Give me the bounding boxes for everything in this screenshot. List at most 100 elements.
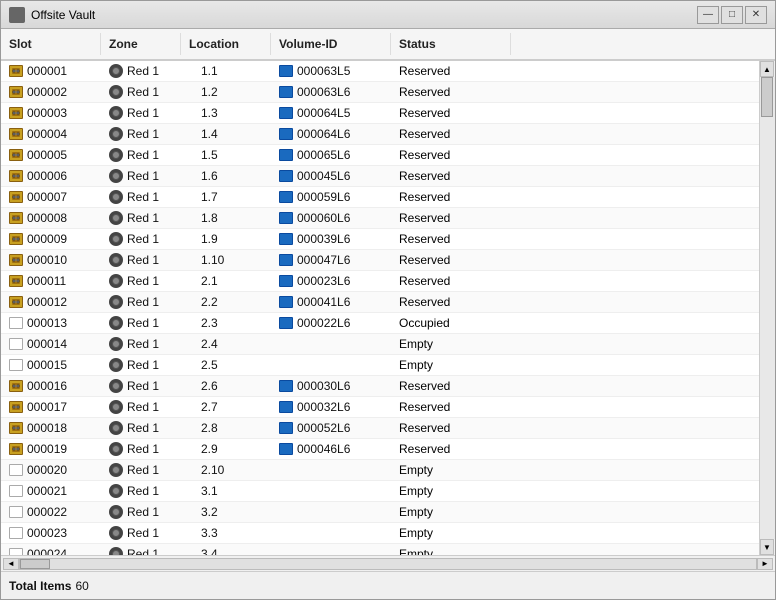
table-scroll-area[interactable]: 000001Red 11.1000063L5Reserved000002Red …	[1, 61, 759, 555]
zone-icon	[109, 85, 123, 99]
zone-icon	[109, 400, 123, 414]
table-row[interactable]: 000013Red 12.3000022L6Occupied	[1, 313, 759, 334]
zone-name: Red 1	[127, 253, 159, 267]
table-row[interactable]: 000007Red 11.7000059L6Reserved	[1, 187, 759, 208]
table-row[interactable]: 000015Red 12.5Empty	[1, 355, 759, 376]
table-row[interactable]: 000019Red 12.9000046L6Reserved	[1, 439, 759, 460]
scroll-down-button[interactable]: ▼	[760, 539, 774, 555]
table-row[interactable]: 000008Red 11.8000060L6Reserved	[1, 208, 759, 229]
col-header-location[interactable]: Location	[181, 33, 271, 55]
tape-icon	[9, 422, 23, 434]
table-row[interactable]: 000001Red 11.1000063L5Reserved	[1, 61, 759, 82]
status-badge: Reserved	[399, 295, 450, 309]
table-row[interactable]: 000024Red 13.4Empty	[1, 544, 759, 555]
slot-cell: 000017	[1, 397, 101, 417]
zone-icon	[109, 547, 123, 555]
col-header-volume-id[interactable]: Volume-ID	[271, 33, 391, 55]
volume-icon	[279, 233, 293, 245]
zone-name: Red 1	[127, 295, 159, 309]
tape-icon	[9, 254, 23, 266]
empty-slot-icon	[9, 527, 23, 539]
table-container: Slot Zone Location Volume-ID Status 0000…	[1, 29, 775, 571]
zone-icon	[109, 463, 123, 477]
extra-cell	[511, 460, 759, 480]
zone-name: Red 1	[127, 358, 159, 372]
status-badge: Reserved	[399, 379, 450, 393]
scroll-thumb[interactable]	[761, 77, 773, 117]
zone-name: Red 1	[127, 442, 159, 456]
volume-id-text: 000022L6	[297, 316, 350, 330]
location-cell: 1.8	[181, 208, 271, 228]
zone-cell: Red 1	[101, 145, 181, 165]
extra-cell	[511, 271, 759, 291]
scroll-left-button[interactable]: ◄	[3, 558, 19, 570]
table-row[interactable]: 000023Red 13.3Empty	[1, 523, 759, 544]
volume-id-cell: 000064L5	[271, 103, 391, 123]
table-row[interactable]: 000022Red 13.2Empty	[1, 502, 759, 523]
col-header-zone[interactable]: Zone	[101, 33, 181, 55]
table-row[interactable]: 000004Red 11.4000064L6Reserved	[1, 124, 759, 145]
volume-icon	[279, 275, 293, 287]
tape-icon	[9, 401, 23, 413]
table-row[interactable]: 000014Red 12.4Empty	[1, 334, 759, 355]
table-row[interactable]: 000010Red 11.10000047L6Reserved	[1, 250, 759, 271]
table-row[interactable]: 000005Red 11.5000065L6Reserved	[1, 145, 759, 166]
scroll-right-button[interactable]: ►	[757, 558, 773, 570]
table-row[interactable]: 000020Red 12.10Empty	[1, 460, 759, 481]
maximize-button[interactable]: □	[721, 6, 743, 24]
status-badge: Occupied	[399, 316, 450, 330]
zone-cell: Red 1	[101, 439, 181, 459]
status-badge: Reserved	[399, 232, 450, 246]
tape-icon	[9, 275, 23, 287]
slot-number: 000003	[27, 106, 67, 120]
table-row[interactable]: 000003Red 11.3000064L5Reserved	[1, 103, 759, 124]
volume-id-text: 000060L6	[297, 211, 350, 225]
volume-id-text: 000047L6	[297, 253, 350, 267]
close-button[interactable]: ✕	[745, 6, 767, 24]
col-header-status[interactable]: Status	[391, 33, 511, 55]
extra-cell	[511, 145, 759, 165]
table-row[interactable]: 000012Red 12.2000041L6Reserved	[1, 292, 759, 313]
zone-cell: Red 1	[101, 250, 181, 270]
zone-name: Red 1	[127, 379, 159, 393]
extra-cell	[511, 376, 759, 396]
scroll-track[interactable]	[760, 77, 775, 539]
volume-id-text: 000041L6	[297, 295, 350, 309]
horizontal-scrollbar[interactable]: ◄ ►	[1, 555, 775, 571]
status-badge: Empty	[399, 484, 433, 498]
volume-icon	[279, 443, 293, 455]
col-header-slot[interactable]: Slot	[1, 33, 101, 55]
extra-cell	[511, 61, 759, 81]
status-cell: Reserved	[391, 397, 511, 417]
table-row[interactable]: 000006Red 11.6000045L6Reserved	[1, 166, 759, 187]
scroll-up-button[interactable]: ▲	[760, 61, 774, 77]
table-row[interactable]: 000002Red 11.2000063L6Reserved	[1, 82, 759, 103]
slot-cell: 000024	[1, 544, 101, 555]
h-scroll-thumb[interactable]	[20, 559, 50, 569]
slot-number: 000016	[27, 379, 67, 393]
volume-id-cell: 000047L6	[271, 250, 391, 270]
table-row[interactable]: 000011Red 12.1000023L6Reserved	[1, 271, 759, 292]
table-row[interactable]: 000016Red 12.6000030L6Reserved	[1, 376, 759, 397]
table-row[interactable]: 000021Red 13.1Empty	[1, 481, 759, 502]
zone-cell: Red 1	[101, 376, 181, 396]
location-cell: 1.1	[181, 61, 271, 81]
location-cell: 1.5	[181, 145, 271, 165]
status-cell: Empty	[391, 481, 511, 501]
table-row[interactable]: 000017Red 12.7000032L6Reserved	[1, 397, 759, 418]
slot-number: 000010	[27, 253, 67, 267]
h-scroll-track[interactable]	[19, 558, 757, 570]
location-cell: 2.3	[181, 313, 271, 333]
zone-cell: Red 1	[101, 481, 181, 501]
vertical-scrollbar[interactable]: ▲ ▼	[759, 61, 775, 555]
table-row[interactable]: 000009Red 11.9000039L6Reserved	[1, 229, 759, 250]
table-row[interactable]: 000018Red 12.8000052L6Reserved	[1, 418, 759, 439]
slot-number: 000018	[27, 421, 67, 435]
status-cell: Reserved	[391, 187, 511, 207]
minimize-button[interactable]: —	[697, 6, 719, 24]
empty-slot-icon	[9, 464, 23, 476]
location-cell: 2.5	[181, 355, 271, 375]
volume-id-cell: 000039L6	[271, 229, 391, 249]
location-cell: 2.9	[181, 439, 271, 459]
volume-id-text: 000065L6	[297, 148, 350, 162]
